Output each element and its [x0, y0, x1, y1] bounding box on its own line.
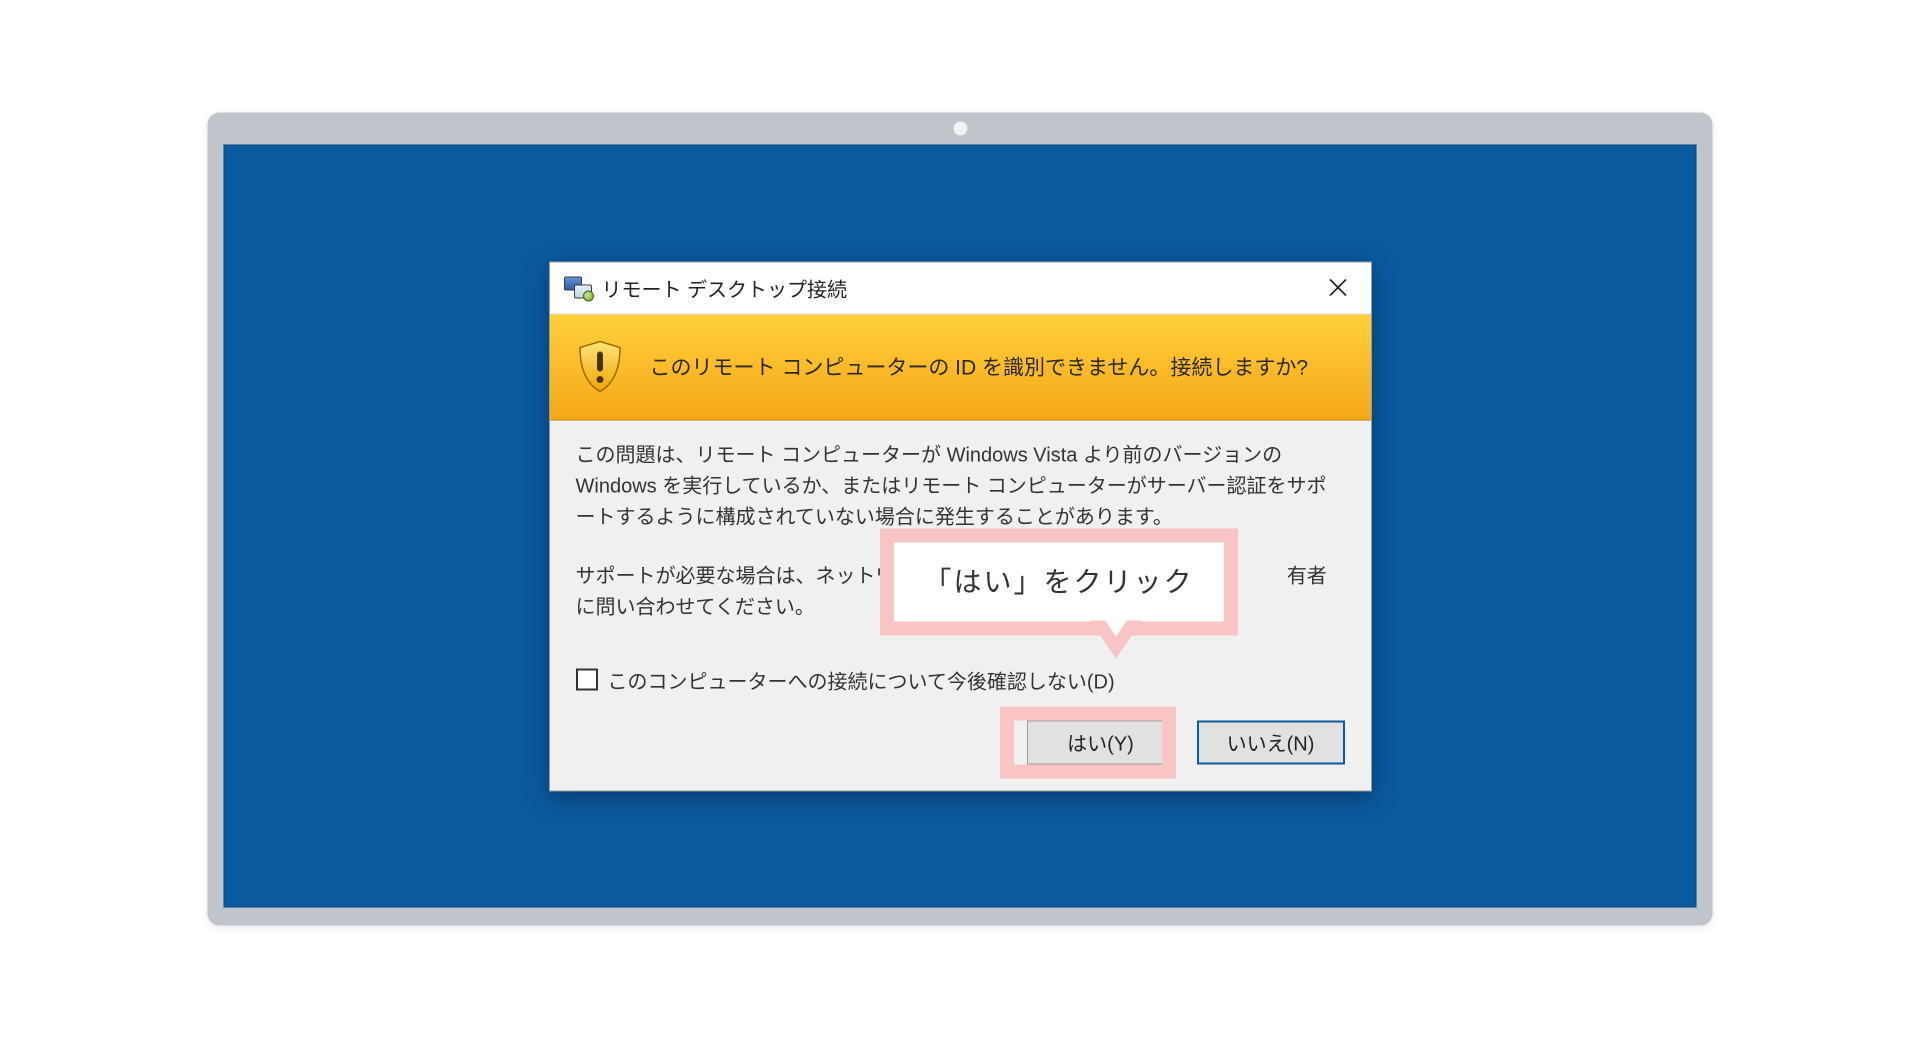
- dialog-titlebar[interactable]: リモート デスクトップ接続: [550, 262, 1371, 314]
- warning-banner: このリモート コンピューターの ID を識別できません。接続しますか?: [550, 314, 1371, 420]
- checkbox-label: このコンピューターへの接続について今後確認しない(D): [608, 665, 1115, 694]
- remote-desktop-background: リモート デスクトップ接続: [224, 145, 1697, 908]
- dialog-title: リモート デスクトップ接続: [602, 273, 1309, 302]
- close-button[interactable]: [1309, 262, 1367, 313]
- yes-button[interactable]: はい(Y): [1027, 720, 1175, 764]
- no-button[interactable]: いいえ(N): [1197, 720, 1345, 764]
- browser-titlebar: [208, 113, 1713, 145]
- no-button-label: いいえ(N): [1227, 728, 1315, 757]
- yes-button-label: はい(Y): [1067, 728, 1134, 757]
- remote-desktop-icon: [564, 277, 592, 299]
- dialog-button-row: はい(Y) いいえ(N): [550, 720, 1371, 790]
- close-icon: [1329, 279, 1347, 297]
- dont-ask-again-checkbox-row[interactable]: このコンピューターへの接続について今後確認しない(D): [550, 659, 1371, 720]
- body-paragraph-2: サポートが必要な場合は、ネットワー XXXXXXXXXXXXXXXXXXXXXX…: [576, 561, 1345, 623]
- warning-heading: このリモート コンピューターの ID を識別できません。接続しますか?: [650, 352, 1309, 382]
- warning-shield-icon: [576, 340, 624, 394]
- checkbox-icon[interactable]: [576, 669, 598, 691]
- dialog-body: この問題は、リモート コンピューターが Windows Vista より前のバー…: [550, 420, 1371, 659]
- rdp-identity-warning-dialog: リモート デスクトップ接続: [549, 261, 1372, 791]
- browser-frame: リモート デスクトップ接続: [208, 113, 1713, 926]
- body-paragraph-1: この問題は、リモート コンピューターが Windows Vista より前のバー…: [576, 440, 1345, 533]
- body-paragraph-2-pre: サポートが必要な場合は、ネットワー: [576, 565, 916, 587]
- camera-dot-icon: [953, 122, 967, 136]
